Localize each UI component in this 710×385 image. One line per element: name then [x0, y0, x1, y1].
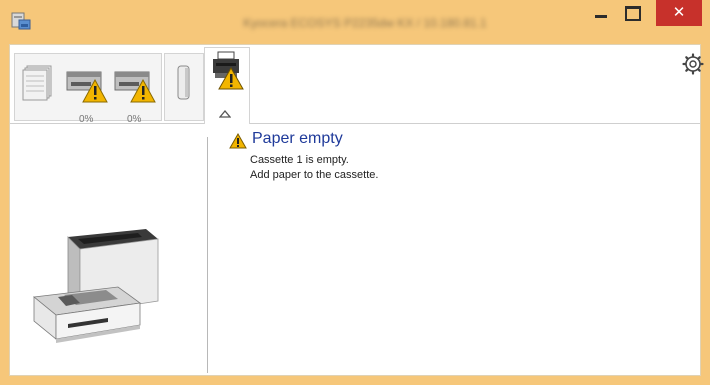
panel-divider: [207, 137, 208, 373]
chevron-up-icon[interactable]: [219, 110, 231, 118]
app-window: Kyocera ECOSYS P2235dw KX / 10.180.81.1 …: [0, 0, 710, 385]
close-button[interactable]: ✕: [656, 0, 702, 26]
tab-cartridge[interactable]: [164, 53, 204, 121]
status-message-line-1: Cassette 1 is empty.: [250, 154, 349, 166]
minimize-button[interactable]: [585, 0, 615, 26]
maximize-button[interactable]: [616, 0, 646, 26]
minimize-icon: [595, 15, 607, 18]
toner-1-percent: 0%: [79, 114, 94, 125]
gear-icon[interactable]: [682, 53, 704, 75]
maximize-icon: [625, 6, 641, 21]
printer-illustration: [33, 229, 159, 343]
warning-icon: [229, 133, 247, 149]
status-toolbar: 0% 0%: [10, 45, 704, 125]
app-icon: [11, 12, 31, 30]
window-title: Kyocera ECOSYS P2235dw KX / 10.180.81.1: [243, 16, 487, 30]
status-monitor-panel: 0% 0% Paper empty Cassette 1 is empty. A…: [9, 44, 704, 376]
toner-warning-icon: [114, 71, 156, 103]
cartridge-icon: [177, 65, 190, 100]
toner-2-percent: 0%: [127, 114, 142, 125]
tab-supplies[interactable]: 0% 0%: [14, 53, 162, 125]
tab-printer-status[interactable]: [204, 47, 250, 124]
title-bar[interactable]: Kyocera ECOSYS P2235dw KX / 10.180.81.1 …: [0, 0, 710, 44]
close-icon: ✕: [672, 3, 686, 21]
status-message-line-2: Add paper to the cassette.: [250, 169, 379, 181]
paper-stack-icon: [22, 65, 52, 101]
status-title: Paper empty: [252, 130, 343, 147]
toner-warning-icon: [66, 71, 108, 103]
printer-warning-icon: [213, 51, 244, 90]
